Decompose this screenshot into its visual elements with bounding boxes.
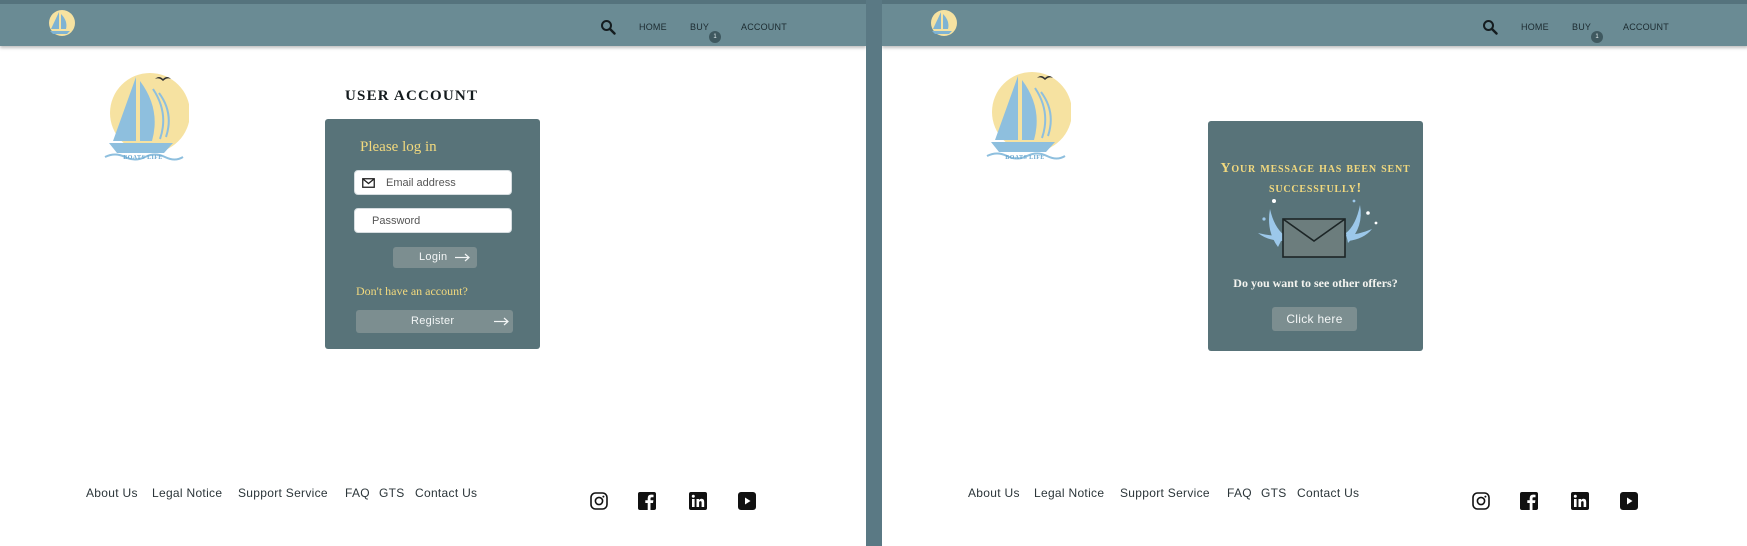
- page-title: USER ACCOUNT: [345, 88, 479, 104]
- brand-logo-icon[interactable]: [46, 8, 76, 38]
- offers-question: Do you want to see other offers?: [1233, 276, 1398, 290]
- signup-link[interactable]: Don't have an account?: [356, 284, 468, 299]
- cart-count-badge: 1: [1591, 31, 1603, 43]
- login-button[interactable]: Login: [393, 247, 477, 268]
- password-input[interactable]: [355, 209, 511, 232]
- footer-link-gts[interactable]: GTS: [379, 486, 405, 500]
- footer-link-legal-notice[interactable]: Legal Notice: [1034, 486, 1104, 500]
- message-sent-card: Your message has been sent successfully!…: [1208, 121, 1423, 351]
- login-heading: Please log in: [360, 139, 437, 155]
- top-navigation-bar: HOME BUY 1 ACCOUNT: [0, 0, 866, 46]
- nav-home-link[interactable]: HOME: [639, 22, 667, 32]
- nav-account-link[interactable]: ACCOUNT: [1623, 22, 1669, 32]
- youtube-icon[interactable]: [738, 492, 756, 510]
- instagram-icon[interactable]: [590, 492, 608, 510]
- search-icon[interactable]: [1482, 19, 1498, 35]
- linkedin-icon[interactable]: [689, 492, 707, 510]
- nav-home-link[interactable]: HOME: [1521, 22, 1549, 32]
- login-page-panel: HOME BUY 1 ACCOUNT BOATS LIFE USER ACCOU…: [0, 0, 866, 546]
- nav-buy-link[interactable]: BUY: [1572, 22, 1591, 32]
- logo-caption: BOATS LIFE: [1005, 155, 1045, 161]
- footer-link-contact-us[interactable]: Contact Us: [415, 486, 477, 500]
- boats-life-logo-icon: [104, 73, 189, 161]
- nav-account-link[interactable]: ACCOUNT: [741, 22, 787, 32]
- footer-link-faq[interactable]: FAQ: [1227, 486, 1252, 500]
- logo-caption: BOATS LIFE: [123, 155, 163, 161]
- arrow-right-icon: [494, 317, 509, 326]
- register-button-label: Register: [411, 315, 455, 327]
- linkedin-icon[interactable]: [1571, 492, 1589, 510]
- arrow-right-icon: [455, 253, 470, 262]
- footer-link-support-service[interactable]: Support Service: [238, 486, 328, 500]
- message-sent-page-panel: HOME BUY 1 ACCOUNT BOATS LIFE Your messa…: [882, 0, 1747, 546]
- footer-link-legal-notice[interactable]: Legal Notice: [152, 486, 222, 500]
- password-field[interactable]: [354, 208, 512, 233]
- search-icon[interactable]: [600, 19, 616, 35]
- login-button-label: Login: [419, 251, 448, 263]
- nav-buy-link[interactable]: BUY: [690, 22, 709, 32]
- footer-link-support-service[interactable]: Support Service: [1120, 486, 1210, 500]
- boats-life-logo-icon: [986, 72, 1071, 160]
- footer-link-gts[interactable]: GTS: [1261, 486, 1287, 500]
- panel-divider: [866, 0, 882, 546]
- login-card: Please log in Login Don't have an accoun…: [325, 119, 540, 349]
- top-navigation-bar: HOME BUY 1 ACCOUNT: [882, 0, 1747, 46]
- footer-link-about-us[interactable]: About Us: [968, 486, 1020, 500]
- footer-link-faq[interactable]: FAQ: [345, 486, 370, 500]
- cart-count-badge: 1: [709, 31, 721, 43]
- brand-logo-icon[interactable]: [928, 8, 958, 38]
- email-field[interactable]: [354, 170, 512, 195]
- register-button[interactable]: Register: [356, 310, 513, 333]
- facebook-icon[interactable]: [638, 492, 656, 510]
- click-here-button[interactable]: Click here: [1272, 307, 1357, 331]
- email-input[interactable]: [355, 171, 511, 194]
- footer-link-about-us[interactable]: About Us: [86, 486, 138, 500]
- message-sent-title: Your message has been sent successfully!: [1220, 161, 1411, 196]
- envelope-splash-icon: [1258, 199, 1378, 258]
- footer-link-contact-us[interactable]: Contact Us: [1297, 486, 1359, 500]
- instagram-icon[interactable]: [1472, 492, 1490, 510]
- youtube-icon[interactable]: [1620, 492, 1638, 510]
- facebook-icon[interactable]: [1520, 492, 1538, 510]
